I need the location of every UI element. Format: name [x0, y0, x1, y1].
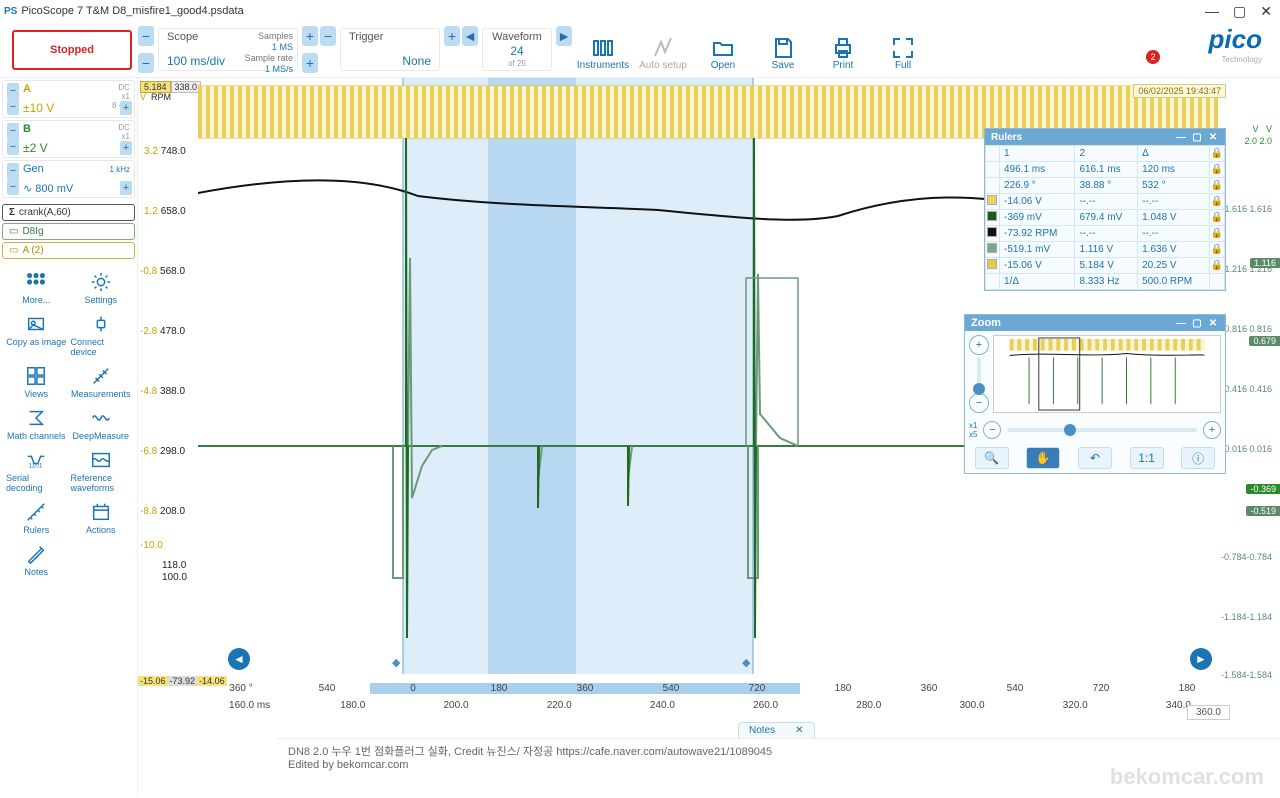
zoom-overview[interactable]: [993, 335, 1221, 413]
notes-button[interactable]: Notes: [6, 543, 67, 577]
open-button[interactable]: Open: [694, 24, 752, 75]
close-icon[interactable]: ✕: [1260, 3, 1272, 20]
minimize-icon[interactable]: —: [1205, 3, 1219, 20]
zoom-reset-icon[interactable]: 1:1: [1130, 447, 1164, 469]
math-button[interactable]: Math channels: [6, 407, 67, 441]
trig-minus[interactable]: −: [320, 26, 336, 46]
instruments-button[interactable]: Instruments: [574, 24, 632, 75]
rulers-panel[interactable]: Rulers — ▢ ✕ 12Δ🔒 496.1 ms616.1 ms120 ms🔒 2…: [984, 128, 1226, 291]
signal-gen[interactable]: −− Gen∿ 800 mV 1 kHz +: [2, 160, 135, 198]
serial-button[interactable]: 1101Serial decoding: [6, 449, 67, 493]
zoom-in-v[interactable]: +: [969, 335, 989, 355]
zoom-title: Zoom: [971, 317, 1001, 329]
zoom-slider[interactable]: [1007, 428, 1197, 432]
panel-close-icon[interactable]: ✕: [1207, 131, 1219, 143]
run-stop-button[interactable]: Stopped: [12, 30, 132, 70]
footer: DN8 2.0 누우 1번 점화플러그 실화, Credit 뉴진스/ 자정공 …: [276, 738, 1280, 796]
measurements-button[interactable]: Measurements: [71, 365, 132, 399]
ruler-tag-3[interactable]: -0.369: [1246, 484, 1280, 494]
scope-minus2[interactable]: −: [138, 53, 154, 73]
wave-next[interactable]: ►: [556, 26, 572, 46]
wave-prev[interactable]: ◄: [462, 26, 478, 46]
notification-badge[interactable]: 2: [1146, 50, 1160, 64]
notes-tab[interactable]: Notes✕: [738, 722, 815, 738]
trigger-value: None: [349, 54, 431, 68]
left-panel: −− A±10 V DCx18 + 4 + −− B±2 V DCx1 + −−…: [0, 78, 138, 796]
degree-axis: 360 °540 0180360540720 180360540720180: [198, 680, 1230, 696]
math-d8ig[interactable]: ▭ D8Ig: [2, 223, 135, 240]
deepmeasure-button[interactable]: DeepMeasure: [71, 407, 132, 441]
zoom-in-h[interactable]: +: [1203, 421, 1221, 439]
zoom-pan-icon[interactable]: ✋: [1026, 447, 1060, 469]
time-axis: 160.0 ms180.0200.0220.0240.0260.0280.030…: [198, 700, 1230, 711]
maximize-icon[interactable]: ▢: [1233, 3, 1246, 20]
zoom-select-icon[interactable]: 🔍: [975, 447, 1009, 469]
time-end-box: 360.0: [1187, 705, 1230, 720]
ruler-tag-2[interactable]: 0.679: [1249, 336, 1280, 346]
print-button[interactable]: Print: [814, 24, 872, 75]
zoom-panel[interactable]: Zoom—▢✕ +− x1x5 − + 🔍: [964, 314, 1226, 474]
channel-a[interactable]: −− A±10 V DCx18 + 4 +: [2, 80, 135, 118]
ruler-tag-1[interactable]: 1.116: [1250, 258, 1280, 268]
ruler-tag-4[interactable]: -0.519: [1246, 506, 1280, 516]
zoom-max-icon[interactable]: ▢: [1191, 317, 1203, 329]
trig-plus[interactable]: +: [444, 26, 460, 46]
y-axis-left: 3.2 748.0 1.2 658.0 -0.8 568.0 -2.8 478.…: [138, 78, 198, 674]
trigger-label: Trigger: [349, 31, 431, 43]
timestamp: 06/02/2025 19:43:47: [1133, 84, 1226, 98]
scroll-right[interactable]: ►: [1190, 648, 1212, 670]
scope-settings[interactable]: Scope 100 ms/div Samples1 MS Sample rate…: [158, 28, 298, 71]
panel-min-icon[interactable]: —: [1175, 131, 1187, 143]
actions-button[interactable]: Actions: [71, 501, 132, 535]
titlebar: PS PicoScope 7 T&M D8_misfire1_good4.psd…: [0, 0, 1280, 22]
scope-plus2[interactable]: +: [302, 53, 318, 73]
copy-image-button[interactable]: Copy as image: [6, 313, 67, 357]
zoom-min-icon[interactable]: —: [1175, 317, 1187, 329]
more-button[interactable]: More...: [6, 271, 67, 305]
notes-close-icon[interactable]: ✕: [795, 725, 803, 736]
channel-b[interactable]: −− B±2 V DCx1 +: [2, 120, 135, 158]
panel-max-icon[interactable]: ▢: [1191, 131, 1203, 143]
zoom-info-icon[interactable]: ⓘ: [1181, 447, 1215, 469]
rulers-title: Rulers: [991, 132, 1022, 143]
views-button[interactable]: Views: [6, 365, 67, 399]
window-title: PicoScope 7 T&M D8_misfire1_good4.psdata: [21, 5, 243, 17]
app-icon: PS: [4, 6, 17, 17]
pico-logo: picoTechnology: [1209, 24, 1272, 75]
connect-button[interactable]: Connect device: [71, 313, 132, 357]
main-toolbar: Stopped − − Scope 100 ms/div Samples1 MS …: [0, 22, 1280, 78]
waveform-nav[interactable]: Waveform 24 of 25: [482, 28, 552, 71]
zoom-out-h[interactable]: −: [983, 421, 1001, 439]
zoom-close-icon[interactable]: ✕: [1207, 317, 1219, 329]
refwave-button[interactable]: Reference waveforms: [71, 449, 132, 493]
scroll-left[interactable]: ◄: [228, 648, 250, 670]
x-axis: 360 °540 0180360540720 180360540720180 1…: [198, 680, 1230, 720]
auto-setup-button[interactable]: Auto setup: [634, 24, 692, 75]
y-axis-right: V V 2.0 2.0 1.616 1.616 1.216 1.216 0.81…: [1230, 78, 1274, 674]
trigger-settings[interactable]: Trigger None: [340, 28, 440, 71]
side-tools: More... Settings Copy as image Connect d…: [2, 261, 135, 587]
footer-line1: DN8 2.0 누우 1번 점화플러그 실화, Credit 뉴진스/ 자정공 …: [288, 743, 1268, 759]
math-crank[interactable]: Σcrank(A,60): [2, 204, 135, 221]
zoom-out-v[interactable]: −: [969, 393, 989, 413]
watermark: bekomcar.com: [1110, 764, 1264, 790]
zoom-undo-icon[interactable]: ↶: [1078, 447, 1112, 469]
rulers-button[interactable]: Rulers: [6, 501, 67, 535]
rulers-table: 12Δ🔒 496.1 ms616.1 ms120 ms🔒 226.9 °38.8…: [985, 145, 1225, 290]
graph-area: 5.184338.0 V RPM 3.2 748.0 1.2 658.0 -0.…: [138, 78, 1280, 796]
scope-minus[interactable]: −: [138, 26, 154, 46]
fullscreen-button[interactable]: Full: [874, 24, 932, 75]
math-a2[interactable]: ▭ A (2): [2, 242, 135, 259]
scope-plus[interactable]: +: [302, 26, 318, 46]
save-button[interactable]: Save: [754, 24, 812, 75]
svg-text:1101: 1101: [29, 462, 43, 469]
settings-button[interactable]: Settings: [71, 271, 132, 305]
